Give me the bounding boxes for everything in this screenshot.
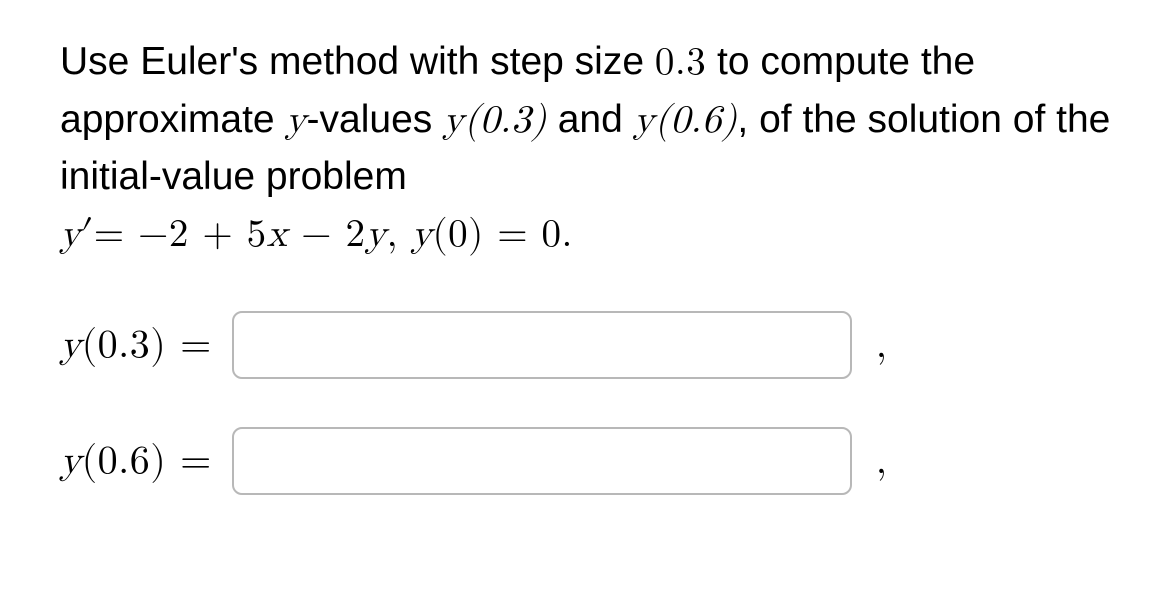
label-arg: (0.3) = [82,325,212,365]
problem-statement: Use Euler's method with step size 0.3 to… [60,34,1120,263]
y-of-0-6: y(0.6) [634,101,738,140]
eq-rhs-minus: − 2 [288,215,366,254]
eq-rhs-const: −2 + 5 [138,215,267,254]
eq-prime: ′ [81,215,94,254]
label-arg: (0.6) = [82,441,212,481]
eq-lhs-y: y [60,215,81,254]
y-of-0-3: y(0.3) [443,101,547,140]
answer-input-y-0-6[interactable] [232,427,852,495]
problem-container: Use Euler's method with step size 0.3 to… [0,0,1170,573]
eq-equals: = [94,215,138,254]
trailing-comma: , [876,321,887,369]
answer-label-1: y(0.3) = [60,321,212,369]
text-fragment: Use Euler's method with step size [60,40,655,83]
answer-input-y-0-3[interactable] [232,311,852,379]
text-fragment: -values [307,98,444,141]
eq-x: x [267,215,288,254]
answer-label-2: y(0.6) = [60,437,212,485]
trailing-comma: , [876,437,887,485]
step-size-value: 0.3 [655,43,706,82]
eq-ic-value: (0) = 0. [432,215,572,254]
eq-y: y [365,215,386,254]
answer-row-2: y(0.6) = , [60,427,1120,495]
text-fragment: and [547,98,634,141]
eq-ic-y: y [411,215,432,254]
label-y: y [60,441,82,481]
eq-separator: , [387,215,412,254]
label-y: y [60,325,82,365]
variable-y: y [285,101,306,140]
answer-row-1: y(0.3) = , [60,311,1120,379]
